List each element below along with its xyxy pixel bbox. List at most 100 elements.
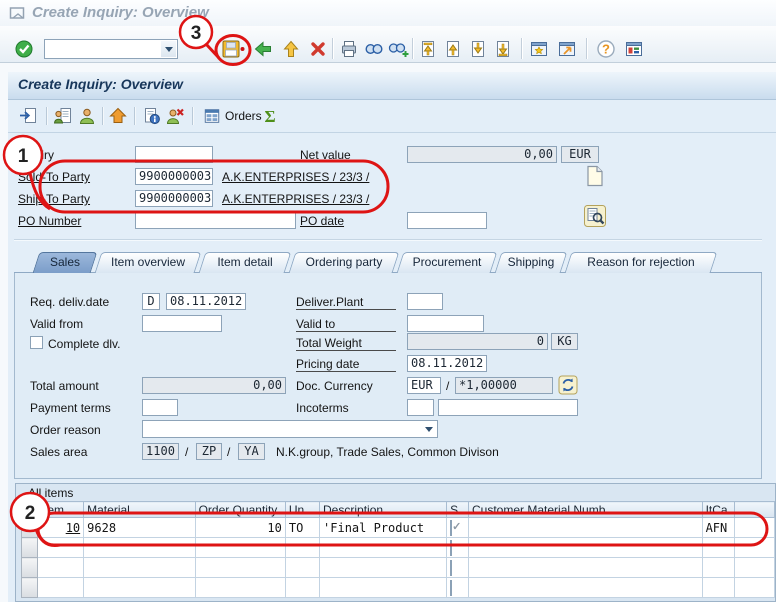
document-info-button[interactable] [141,104,161,128]
col-itca[interactable]: ItCa [702,502,734,518]
col-un[interactable]: Un [285,502,319,518]
cell-material[interactable]: 9628 [84,518,195,538]
new-session-button[interactable] [527,37,551,61]
tab-item-detail[interactable]: Item detail [199,252,292,273]
update-prices-button[interactable] [558,375,578,395]
tab-ordering-party[interactable]: Ordering party [289,252,400,273]
cell-s [447,578,469,598]
command-field[interactable] [44,39,178,59]
col-s[interactable]: S [447,502,469,518]
window-titlebar: Create Inquiry: Overview [0,0,776,26]
complete-dlv-checkbox[interactable] [30,336,43,349]
cell-customer-material[interactable] [469,518,703,538]
partner-icon [77,106,97,126]
slash-separator: / [185,445,188,459]
select-all-header[interactable] [22,502,38,518]
toolbar-separator [46,107,47,125]
cancel-button[interactable] [306,37,330,61]
sold-to-party-field[interactable]: 9900000003 [135,168,213,185]
valid-to-label: Valid to [296,317,396,332]
col-customer-material[interactable]: Customer Material Numb [469,502,703,518]
chevron-down-icon [425,427,433,432]
print-button[interactable] [337,37,361,61]
first-page-button[interactable] [416,37,440,61]
svg-text:?: ? [602,42,610,57]
customize-layout-button[interactable] [622,37,646,61]
tab-item-overview[interactable]: Item overview [95,252,202,273]
find-next-button[interactable] [387,37,411,61]
incoterms-detail-field[interactable] [438,399,578,416]
ship-to-party-field[interactable]: 9900000003 [135,190,213,207]
po-date-field[interactable] [407,212,487,229]
cell-order-quantity[interactable]: 10 [195,518,285,538]
tab-reason-for-rejection[interactable]: Reason for rejection [565,252,718,273]
sold-to-party-name-link[interactable]: A.K.ENTERPRISES / 23/3 / [222,170,369,184]
ship-to-party-name-link[interactable]: A.K.ENTERPRISES / 23/3 / [222,192,369,206]
create-shortcut-button[interactable] [555,37,579,61]
tab-procurement[interactable]: Procurement [397,252,498,273]
cell-description[interactable]: 'Final Product [320,518,447,538]
shortcut-icon [557,39,577,59]
req-deliv-type-field[interactable]: D [142,293,160,310]
col-clipped [735,502,775,518]
row-select-button[interactable] [22,578,38,598]
col-order-quantity[interactable]: Order Quantity [195,502,285,518]
orders-button[interactable]: Orders [199,105,266,127]
pricing-date-field[interactable]: 08.11.2012 [407,355,487,372]
po-number-field[interactable] [135,212,296,229]
incoterms-label: Incoterms [296,401,349,415]
partner-reject-icon [165,106,185,126]
cell-un[interactable]: TO [285,518,319,538]
col-description[interactable]: Description [320,502,447,518]
incoterms-field[interactable] [407,399,434,416]
enter-button[interactable] [12,37,36,61]
command-dropdown-button[interactable] [161,41,176,57]
payment-terms-field[interactable] [142,399,178,416]
help-icon: ? [596,39,616,59]
exit-button[interactable] [279,37,303,61]
find-button[interactable] [362,37,386,61]
partner-reject-button[interactable] [165,104,185,128]
fast-entry-button[interactable] [108,104,128,128]
row-select-button[interactable] [22,538,38,558]
s-checkbox[interactable] [450,580,452,596]
table-row: 10 9628 10 TO 'Final Product AFN [22,518,775,538]
table-row-empty [22,558,775,578]
valid-from-field[interactable] [142,315,222,332]
col-material[interactable]: Material [84,502,195,518]
back-button[interactable] [251,37,275,61]
help-button[interactable]: ? [594,37,618,61]
save-button[interactable] [221,37,245,61]
row-select-button[interactable] [22,518,38,538]
valid-to-field[interactable] [407,315,484,332]
col-item[interactable]: Item [37,502,83,518]
create-document-button[interactable] [584,164,606,188]
command-input[interactable] [46,41,165,59]
tab-sales[interactable]: Sales [33,252,98,273]
req-deliv-date-field[interactable]: 08.11.2012 [166,293,246,310]
s-checkbox[interactable] [450,560,452,576]
tab-shipping[interactable]: Shipping [495,252,568,273]
doc-currency-label: Doc. Currency [296,379,373,393]
refresh-icon [558,375,578,395]
last-page-button[interactable] [491,37,515,61]
total-weight-label: Total Weight [296,336,396,351]
cell-s [447,538,469,558]
net-value-field: 0,00 [407,146,557,163]
deliver-plant-field[interactable] [407,293,443,310]
s-checkbox[interactable] [450,540,452,556]
search-button[interactable] [583,204,607,228]
partner-document-button[interactable] [53,104,73,128]
inquiry-field[interactable] [135,146,213,163]
cell-itca[interactable]: AFN [702,518,734,538]
sum-button[interactable]: Σ [260,104,280,128]
page-down-button[interactable] [466,37,490,61]
s-checkbox[interactable] [450,520,452,536]
page-up-button[interactable] [441,37,465,61]
cell-item[interactable]: 10 [37,518,83,538]
document-flow-button[interactable] [18,104,38,128]
partner-button[interactable] [77,104,97,128]
row-select-button[interactable] [22,558,38,578]
order-reason-dropdown[interactable] [142,420,438,438]
doc-currency-field[interactable]: EUR [407,377,441,394]
